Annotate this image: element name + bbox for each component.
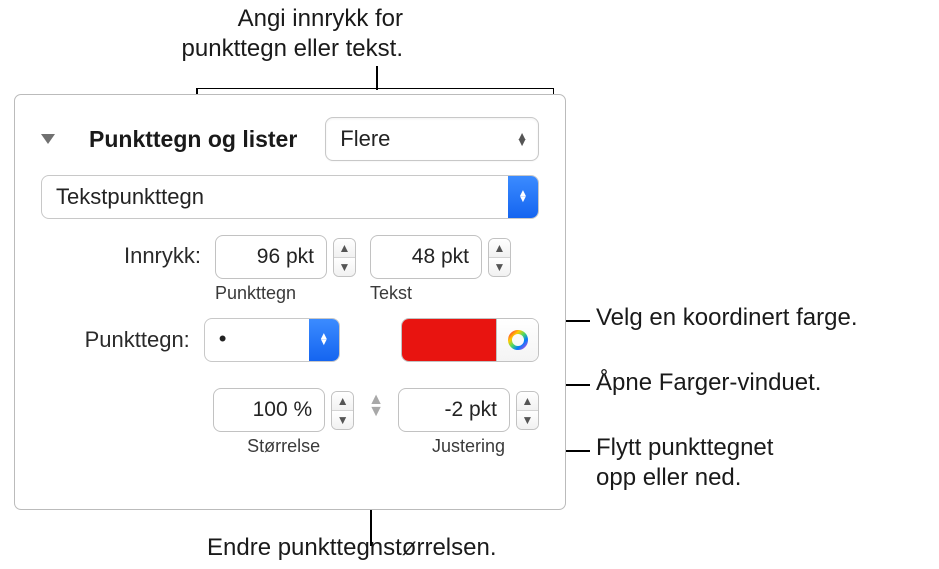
leader-line [370, 545, 400, 547]
section-title: Punkttegn og lister [89, 126, 297, 153]
callout-align: Flytt punkttegnet opp eller ned. [596, 433, 773, 493]
bullets-lists-panel: Punkttegn og lister Flere ▲▼ Tekstpunktt… [14, 94, 566, 510]
bullet-indent-value[interactable]: 96 pkt [215, 235, 327, 279]
bullet-glyph-select[interactable]: • ▲▼ [204, 318, 340, 362]
text-indent-stepper[interactable]: 48 pkt ▲▼ [370, 235, 511, 279]
color-swatch[interactable] [402, 319, 496, 361]
list-style-value: Flere [340, 126, 390, 152]
list-style-select[interactable]: Flere ▲▼ [325, 117, 539, 161]
stepper-arrows-icon[interactable]: ▲▼ [331, 391, 354, 430]
bullet-glyph-value: • [219, 326, 227, 354]
color-picker-button[interactable] [496, 319, 538, 361]
bullet-size-caption: Størrelse [213, 436, 354, 457]
text-indent-value[interactable]: 48 pkt [370, 235, 482, 279]
bullet-color-well [401, 318, 539, 362]
chevron-updown-icon: ▲▼ [309, 319, 339, 361]
chevron-updown-icon: ▲▼ [516, 133, 528, 145]
bullet-type-value: Tekstpunkttegn [56, 184, 204, 210]
stepper-arrows-icon[interactable]: ▲▼ [516, 391, 539, 430]
callout-size: Endre punkttegnstørrelsen. [207, 533, 497, 563]
callout-color-swatch: Velg en koordinert farge. [596, 303, 858, 333]
disclosure-triangle-icon[interactable] [41, 134, 55, 144]
color-wheel-icon [506, 328, 530, 352]
bullet-size-stepper[interactable]: 100 % ▲▼ [213, 388, 354, 432]
bullet-align-stepper[interactable]: -2 pkt ▲▼ [398, 388, 539, 432]
indent-label: Innrykk: [41, 235, 201, 269]
stepper-arrows-icon[interactable]: ▲▼ [333, 238, 356, 277]
bullet-align-value[interactable]: -2 pkt [398, 388, 510, 432]
callout-color-picker: Åpne Farger-vinduet. [596, 368, 821, 398]
chevron-updown-icon: ▲▼ [508, 176, 538, 218]
bullet-indent-stepper[interactable]: 96 pkt ▲▼ [215, 235, 356, 279]
bullet-size-value[interactable]: 100 % [213, 388, 325, 432]
callout-top: Angi innrykk for punkttegn eller tekst. [148, 4, 403, 64]
vertical-move-icon: ▲▼ [368, 388, 384, 418]
bullet-align-caption: Justering [398, 436, 539, 457]
bullet-type-select[interactable]: Tekstpunkttegn ▲▼ [41, 175, 539, 219]
bullet-glyph-label: Punkttegn: [41, 327, 190, 353]
bullet-indent-caption: Punkttegn [215, 283, 356, 304]
text-indent-caption: Tekst [370, 283, 511, 304]
leader-bracket [196, 88, 554, 89]
leader-line [376, 66, 378, 90]
stepper-arrows-icon[interactable]: ▲▼ [488, 238, 511, 277]
